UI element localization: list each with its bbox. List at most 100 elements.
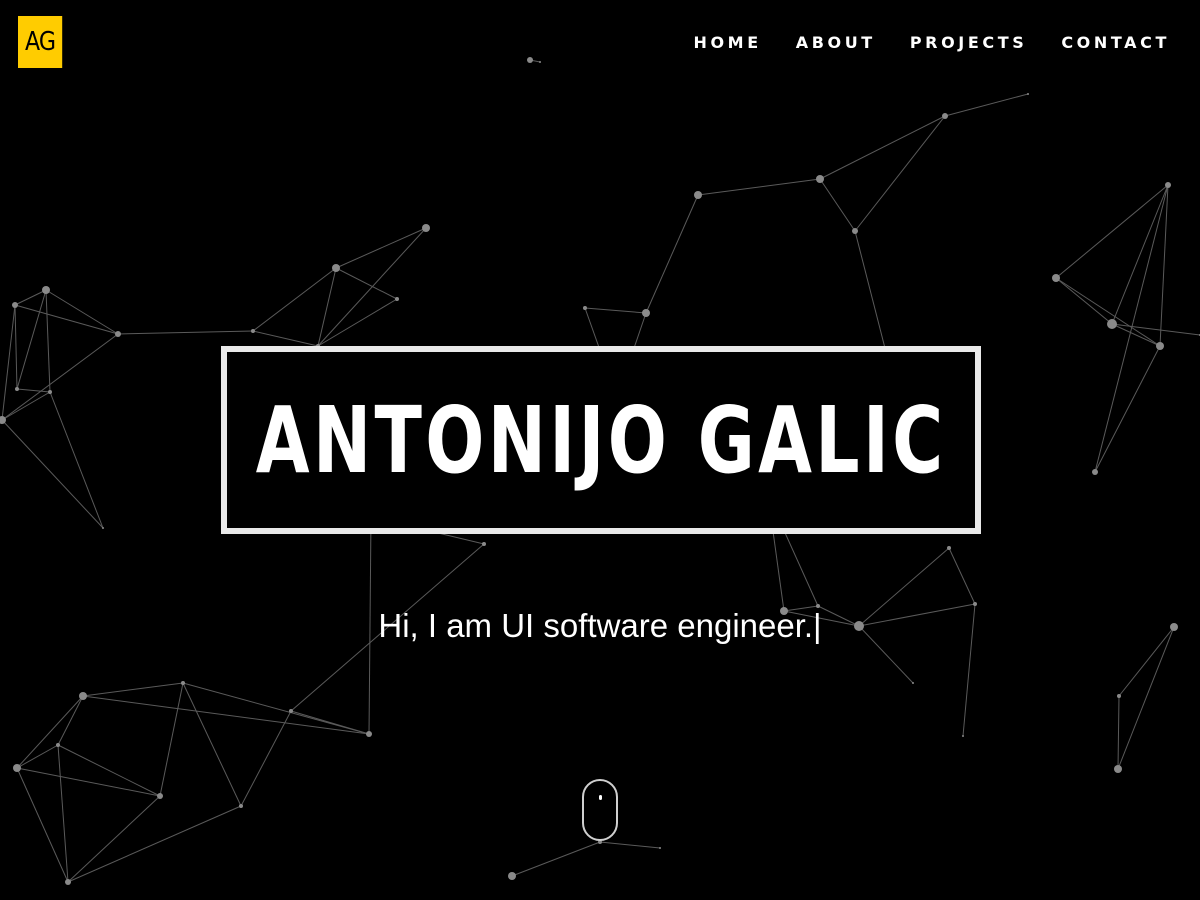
- network-line: [819, 115, 946, 180]
- network-node: [48, 390, 52, 394]
- network-line: [57, 744, 161, 797]
- network-line: [1117, 626, 1175, 770]
- network-line: [252, 330, 319, 347]
- scroll-wheel-dot: [599, 795, 602, 800]
- network-node: [251, 329, 255, 333]
- network-line: [1159, 184, 1169, 347]
- network-line: [335, 227, 427, 269]
- mouse-scroll-icon[interactable]: [582, 779, 618, 841]
- network-node: [15, 387, 19, 391]
- network-line: [1055, 277, 1161, 347]
- network-line: [511, 841, 601, 877]
- nav-about[interactable]: ABOUT: [796, 33, 876, 53]
- network-node: [539, 61, 541, 63]
- network-line: [1, 391, 51, 421]
- network-node: [56, 743, 60, 747]
- network-node: [12, 302, 18, 308]
- network-node: [181, 681, 185, 685]
- network-line: [240, 710, 292, 807]
- network-line: [854, 115, 946, 232]
- network-line: [16, 695, 84, 769]
- network-node: [366, 731, 372, 737]
- network-node: [1117, 694, 1121, 698]
- network-node: [13, 764, 21, 772]
- network-node: [332, 264, 340, 272]
- network-line: [645, 194, 699, 314]
- network-node: [1092, 469, 1098, 475]
- network-line: [16, 744, 59, 769]
- network-node: [289, 709, 293, 713]
- network-line: [948, 547, 976, 605]
- logo[interactable]: AG: [18, 16, 63, 68]
- network-node: [239, 804, 243, 808]
- network-node: [1052, 274, 1060, 282]
- network-node: [65, 879, 71, 885]
- nav-contact[interactable]: CONTACT: [1061, 33, 1170, 53]
- nav-projects[interactable]: PROJECTS: [910, 33, 1028, 53]
- network-line: [57, 695, 84, 746]
- network-line: [1094, 184, 1169, 473]
- network-line: [335, 267, 398, 300]
- network-node: [1156, 342, 1164, 350]
- network-line: [67, 805, 242, 883]
- network-node: [157, 793, 163, 799]
- network-line: [1, 333, 119, 421]
- network-node: [1165, 182, 1171, 188]
- network-line: [14, 304, 119, 335]
- network-line: [599, 841, 661, 849]
- network-node: [482, 542, 486, 546]
- network-line: [1094, 345, 1161, 473]
- network-line: [697, 178, 821, 196]
- network-node: [962, 735, 964, 737]
- network-line: [45, 289, 119, 335]
- hero-title-box: ANTONIJO GALIC: [221, 346, 981, 534]
- network-line: [117, 330, 254, 335]
- network-line: [14, 289, 47, 306]
- network-line: [584, 307, 647, 314]
- network-line: [82, 682, 184, 697]
- nav-home[interactable]: HOME: [693, 33, 761, 53]
- network-node: [642, 309, 650, 317]
- network-node: [527, 57, 533, 63]
- network-line: [67, 795, 161, 883]
- page: AG HOME ABOUT PROJECTS CONTACT ANTONIJO …: [0, 0, 1200, 900]
- network-line: [182, 682, 242, 807]
- hero-tagline: Hi, I am UI software engineer.|: [378, 607, 822, 644]
- network-node: [694, 191, 702, 199]
- network-node: [42, 286, 50, 294]
- network-node: [79, 692, 87, 700]
- network-line: [1055, 184, 1169, 279]
- main-nav: HOME ABOUT PROJECTS CONTACT: [693, 33, 1170, 53]
- network-line: [1117, 695, 1120, 770]
- network-line: [1, 419, 104, 529]
- hero-title: ANTONIJO GALIC: [255, 386, 947, 494]
- network-node: [583, 306, 587, 310]
- network-node: [422, 224, 430, 232]
- network-line: [16, 767, 161, 797]
- network-line: [159, 682, 184, 797]
- network-line: [57, 744, 69, 883]
- network-node: [102, 527, 104, 529]
- network-line: [16, 388, 51, 393]
- network-line: [819, 178, 856, 232]
- network-node: [1107, 319, 1117, 329]
- network-node: [816, 175, 824, 183]
- network-line: [82, 695, 370, 735]
- network-line: [45, 289, 51, 393]
- network-node: [942, 113, 948, 119]
- network-line: [1, 304, 16, 421]
- network-line: [317, 298, 398, 347]
- network-line: [182, 682, 370, 735]
- network-line: [944, 93, 1029, 117]
- network-line: [317, 227, 427, 347]
- network-line: [1055, 277, 1113, 325]
- network-line: [1111, 184, 1169, 325]
- network-node: [1114, 765, 1122, 773]
- network-line: [14, 304, 18, 390]
- network-node: [659, 847, 661, 849]
- network-node: [1027, 93, 1029, 95]
- network-node: [912, 682, 914, 684]
- network-line: [16, 767, 69, 883]
- network-node: [852, 228, 858, 234]
- network-node: [508, 872, 516, 880]
